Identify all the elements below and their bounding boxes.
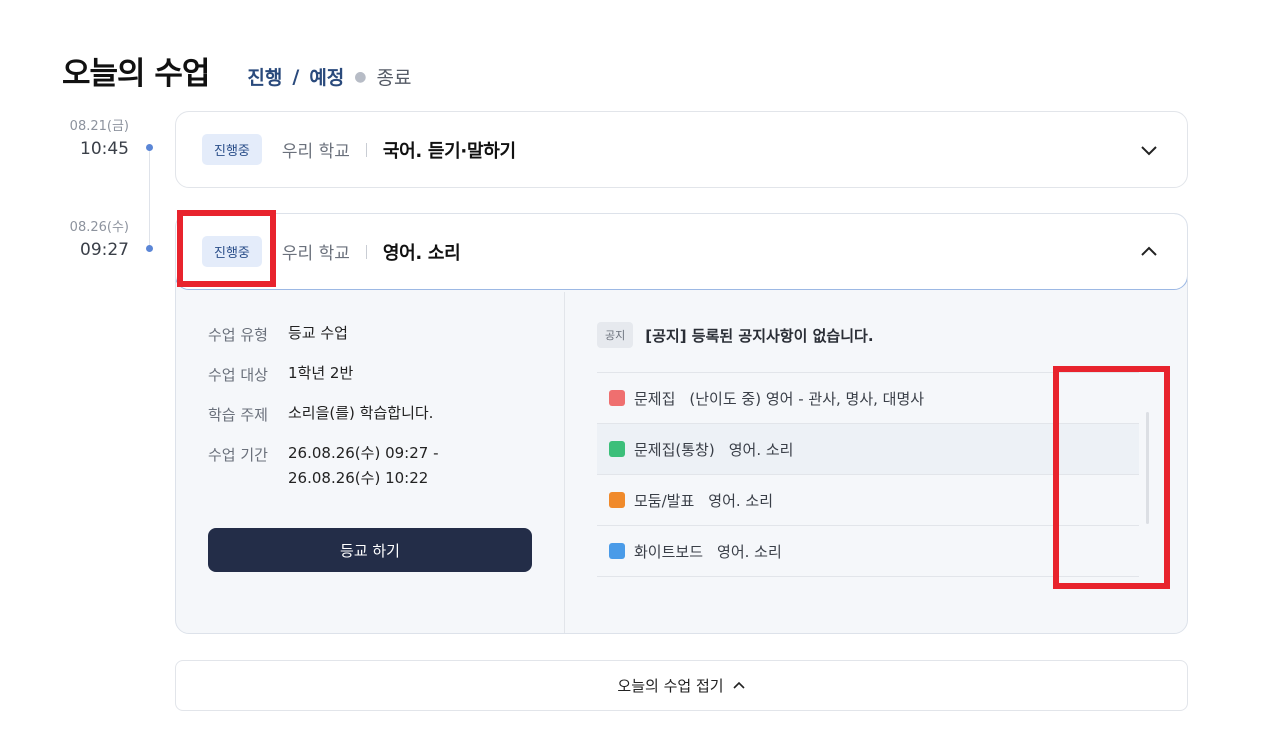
lesson-card[interactable]: 진행중 우리 학교 국어. 듣기·말하기 <box>175 111 1188 188</box>
lesson-card-header[interactable]: 진행중 우리 학교 영어. 소리 <box>176 214 1187 290</box>
filter-scheduled[interactable]: 예정 <box>309 63 344 90</box>
material-title: 영어. 소리 <box>717 542 782 561</box>
lesson-time: 10:45 <box>80 139 129 159</box>
group-icon <box>609 492 625 508</box>
school-name: 우리 학교 <box>281 142 350 162</box>
detail-label: 학습 주제 <box>208 406 268 424</box>
page-title: 오늘의 수업 <box>62 56 210 92</box>
detail-label: 수업 유형 <box>208 326 268 344</box>
highlight-box <box>1053 366 1170 589</box>
whiteboard-icon <box>609 543 625 559</box>
lesson-card-header: 진행중 우리 학교 국어. 듣기·말하기 <box>202 112 516 187</box>
detail-row: 수업 유형 등교 수업 <box>208 324 438 346</box>
period-end: 26.08.26(수) 10:22 <box>288 469 429 487</box>
material-title: 영어. 소리 <box>728 440 794 459</box>
detail-row: 학습 주제 소리을(를) 학습합니다. <box>208 404 438 426</box>
chevron-up-icon[interactable] <box>1139 242 1159 262</box>
filter-dot: ● <box>354 68 367 85</box>
period-start: 26.08.26(수) 09:27 - <box>288 444 439 462</box>
lesson-details: 수업 유형 등교 수업 수업 대상 1학년 2반 학습 주제 소리을(를) 학습… <box>208 324 438 509</box>
timeline-dot <box>146 245 153 252</box>
filter-ended[interactable]: 종료 <box>377 63 412 90</box>
lesson-date: 08.26(수) <box>69 220 129 235</box>
filter-separator: / <box>292 65 300 88</box>
status-badge: 진행중 <box>202 134 262 165</box>
material-type: 문제집(통창) <box>634 440 715 459</box>
notice: 공지 [공지] 등록된 공지사항이 없습니다. <box>597 322 874 348</box>
detail-value: 1학년 2반 <box>288 364 354 382</box>
lesson-date: 08.21(금) <box>69 119 129 134</box>
detail-value: 26.08.26(수) 09:27 - 26.08.26(수) 10:22 <box>288 441 438 491</box>
detail-row: 수업 대상 1학년 2반 <box>208 364 438 386</box>
material-title: 영어. 소리 <box>708 491 774 510</box>
material-type: 화이트보드 <box>634 542 704 561</box>
timeline-dot <box>146 144 153 151</box>
divider <box>564 292 565 633</box>
detail-label: 수업 대상 <box>208 366 268 384</box>
detail-row: 수업 기간 26.08.26(수) 09:27 - 26.08.26(수) 10… <box>208 444 438 491</box>
chevron-down-icon[interactable] <box>1139 140 1159 160</box>
notice-text: [공지] 등록된 공지사항이 없습니다. <box>645 326 874 345</box>
notice-tag: 공지 <box>597 322 634 348</box>
collapse-today-button[interactable]: 오늘의 수업 접기 <box>175 660 1188 711</box>
page-header: 오늘의 수업 진행 / 예정 ● 종료 <box>62 48 411 93</box>
workbook-icon <box>609 390 625 406</box>
lesson-time: 09:27 <box>80 240 129 260</box>
status-filter: 진행 / 예정 ● 종료 <box>247 63 411 90</box>
timeline-line <box>149 147 150 249</box>
detail-value: 소리을(를) 학습합니다. <box>288 404 434 422</box>
detail-value: 등교 수업 <box>288 324 348 342</box>
workbook-icon <box>609 441 625 457</box>
filter-in-progress[interactable]: 진행 <box>247 63 282 90</box>
collapse-label: 오늘의 수업 접기 <box>617 677 724 695</box>
detail-label: 수업 기간 <box>208 446 268 464</box>
divider <box>365 142 367 157</box>
school-name: 우리 학교 <box>281 244 350 264</box>
highlight-box <box>177 210 276 287</box>
chevron-up-icon <box>732 681 745 689</box>
material-type: 모둠/발표 <box>634 491 695 510</box>
divider <box>365 244 367 259</box>
material-title: (난이도 중) 영어 - 관사, 명사, 대명사 <box>689 389 925 408</box>
lesson-card-expanded: 진행중 우리 학교 영어. 소리 수업 유형 등교 수업 수업 대상 1학년 2… <box>175 213 1188 634</box>
lesson-title: 영어. 소리 <box>382 242 461 264</box>
lesson-title: 국어. 듣기·말하기 <box>382 140 516 162</box>
go-to-class-button[interactable]: 등교 하기 <box>208 528 532 572</box>
material-type: 문제집 <box>634 389 676 408</box>
